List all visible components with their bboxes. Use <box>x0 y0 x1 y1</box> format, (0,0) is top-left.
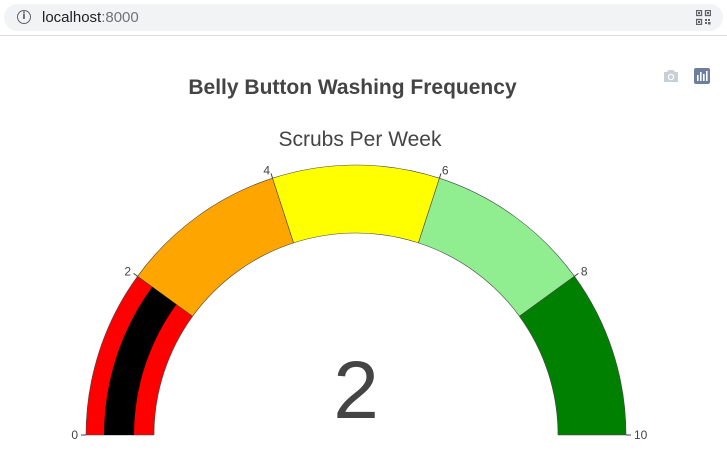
gauge-tick-label: 0 <box>71 428 78 442</box>
gauge-tick-2 <box>133 272 138 277</box>
gauge-tick-8 <box>574 272 579 277</box>
gauge-tick-label: 8 <box>581 265 588 279</box>
gauge-tick-label: 2 <box>124 265 131 279</box>
gauge-tick-label: 6 <box>442 164 449 178</box>
gauge-chart: 0 2 4 6 8 10 2 <box>71 164 648 442</box>
gauge-tick-6 <box>438 173 442 179</box>
gauge-tick-label: 4 <box>263 164 270 178</box>
gauge-tick-4 <box>270 173 274 179</box>
gauge-step-2 <box>272 164 440 244</box>
gauge-value: 2 <box>333 345 379 436</box>
gauge-tick-label: 10 <box>634 428 648 442</box>
